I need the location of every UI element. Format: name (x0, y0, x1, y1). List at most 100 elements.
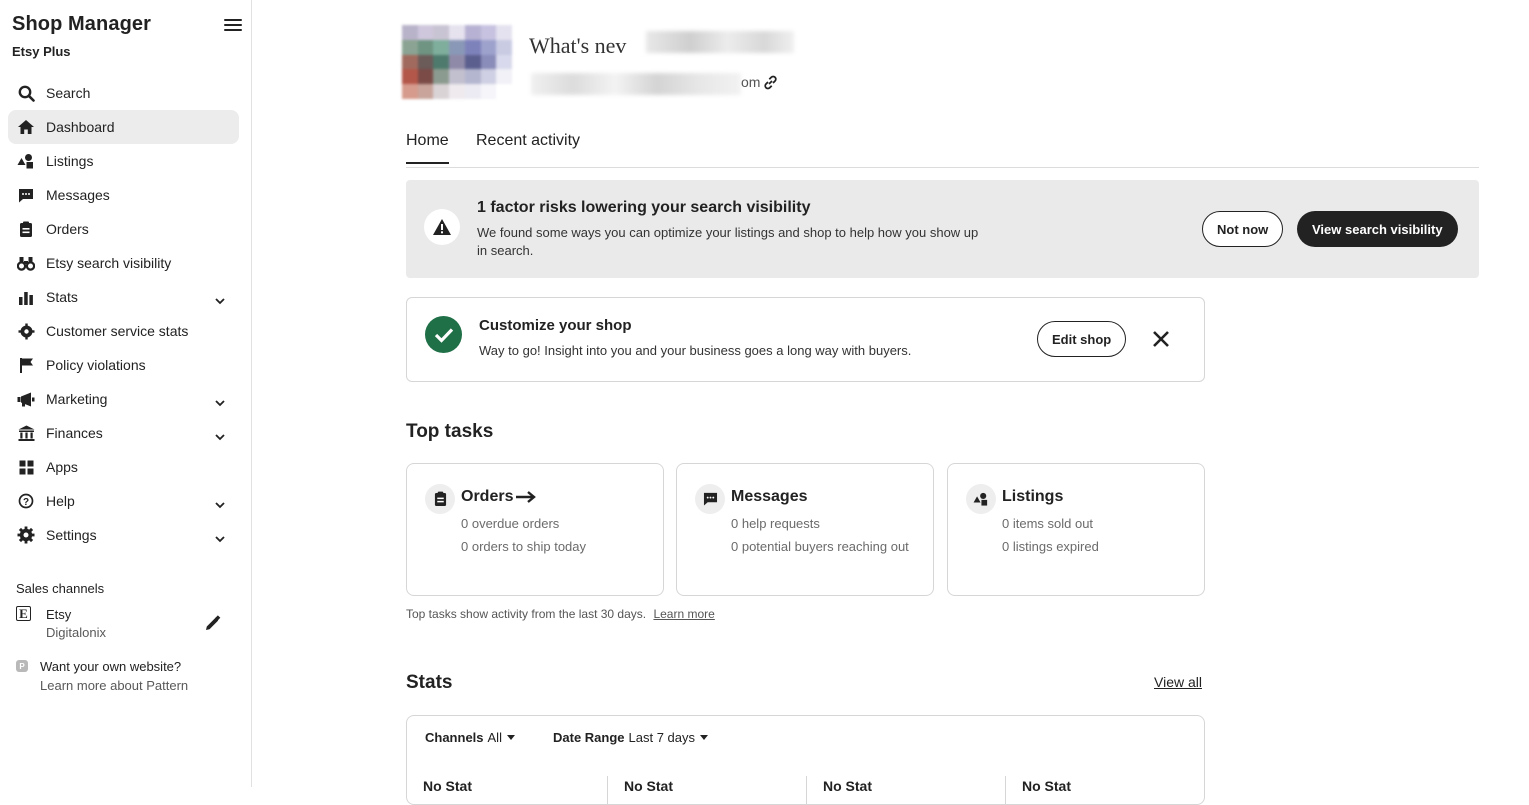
date-range-label: Date Range (553, 730, 625, 745)
flag-icon (17, 356, 35, 374)
sales-channel-etsy[interactable]: E Etsy Digitalonix (16, 606, 236, 642)
sidebar-item-label: Settings (46, 527, 97, 543)
task-title: Orders (461, 488, 537, 506)
check-icon (425, 316, 462, 353)
sidebar-item-orders[interactable]: Orders (8, 212, 239, 246)
messages-icon (695, 484, 725, 514)
shop-name: Digitalonix (46, 625, 106, 640)
stats-card: Channels All Date Range Last 7 days No S… (406, 715, 1205, 805)
redacted-url (531, 73, 741, 95)
sidebar-item-finances[interactable]: Finances (8, 416, 239, 450)
task-card-listings[interactable]: Listings 0 items sold out 0 listings exp… (947, 463, 1205, 596)
sidebar-item-label: Search (46, 85, 91, 101)
date-range-filter[interactable]: Date Range Last 7 days (553, 730, 709, 745)
warning-icon (424, 209, 460, 245)
pencil-icon[interactable] (204, 615, 221, 637)
sidebar-item-label: Finances (46, 425, 103, 441)
sidebar-item-label: Customer service stats (46, 323, 189, 339)
close-icon[interactable] (1152, 330, 1170, 353)
stat-cell: No Stat (607, 776, 807, 804)
caret-down-icon (506, 735, 515, 740)
sidebar-item-label: Etsy search visibility (46, 255, 172, 271)
task-title: Listings (1002, 488, 1064, 505)
sidebar-item-listings[interactable]: Listings (8, 144, 239, 178)
sidebar-item-label: Stats (46, 289, 78, 305)
tab-recent-activity[interactable]: Recent activity (476, 132, 580, 162)
listings-icon (17, 152, 35, 170)
sidebar-item-marketing[interactable]: Marketing (8, 382, 239, 416)
messages-icon (17, 186, 35, 204)
task-card-orders[interactable]: Orders 0 overdue orders 0 orders to ship… (406, 463, 664, 596)
channels-value: All (487, 730, 502, 745)
sidebar-item-dashboard[interactable]: Dashboard (8, 110, 239, 144)
sidebar-item-label: Help (46, 493, 75, 509)
top-tasks-note-text: Top tasks show activity from the last 30… (406, 607, 647, 621)
view-all-link[interactable]: View all (1154, 674, 1202, 690)
chevron-down-icon (215, 530, 225, 546)
help-icon: ? (17, 492, 35, 510)
stats-heading: Stats (406, 672, 453, 693)
sidebar-item-search[interactable]: Search (8, 76, 239, 110)
sidebar-item-customer-service-stats[interactable]: Customer service stats (8, 314, 239, 348)
sidebar-item-apps[interactable]: Apps (8, 450, 239, 484)
sidebar-item-label: Messages (46, 187, 110, 203)
sidebar-item-search-visibility[interactable]: Etsy search visibility (8, 246, 239, 280)
customize-shop-card: Customize your shop Way to go! Insight i… (406, 297, 1205, 382)
top-tasks-note: Top tasks show activity from the last 30… (406, 607, 715, 621)
search-visibility-alert: 1 factor risks lowering your search visi… (406, 180, 1479, 278)
task-line: 0 overdue orders (461, 516, 560, 531)
sidebar-item-policy-violations[interactable]: Policy violations (8, 348, 239, 382)
settings-gear-icon (17, 526, 35, 544)
stat-label: No Stat (1022, 778, 1071, 794)
sidebar-item-label: Listings (46, 153, 94, 169)
learn-more-link[interactable]: Learn more (653, 607, 714, 621)
sidebar-item-stats[interactable]: Stats (8, 280, 239, 314)
sidebar-item-label: Policy violations (46, 357, 146, 373)
chevron-down-icon (215, 394, 225, 410)
main-tabs: Home Recent activity (406, 126, 1479, 168)
not-now-button[interactable]: Not now (1202, 211, 1284, 247)
hamburger-menu-icon[interactable] (224, 16, 242, 32)
alert-body: We found some ways you can optimize your… (477, 225, 979, 258)
date-range-value: Last 7 days (628, 730, 696, 745)
view-search-visibility-button[interactable]: View search visibility (1297, 211, 1458, 247)
search-icon (17, 84, 35, 102)
pattern-learn-more-link[interactable]: Learn more about Pattern (40, 678, 188, 693)
channel-name: Etsy (46, 607, 72, 622)
chevron-down-icon (215, 428, 225, 444)
tab-home[interactable]: Home (406, 132, 449, 164)
sidebar-subtitle: Etsy Plus (12, 44, 71, 59)
pattern-logo: P (16, 660, 28, 672)
stats-icon (17, 288, 35, 306)
task-line: 0 orders to ship today (461, 539, 587, 554)
shop-title: What's nev (529, 33, 627, 58)
stat-cell: No Stat (407, 776, 606, 804)
channels-label: Channels (425, 730, 484, 745)
sidebar-item-messages[interactable]: Messages (8, 178, 239, 212)
stat-label: No Stat (423, 778, 472, 794)
stat-cell: No Stat (806, 776, 1006, 804)
task-line: 0 listings expired (1002, 539, 1099, 554)
orders-icon (425, 484, 455, 514)
sidebar-item-label: Orders (46, 221, 89, 237)
shop-url-tail: om (741, 74, 761, 90)
apps-grid-icon (17, 458, 35, 476)
chevron-down-icon (215, 496, 225, 512)
gear-badge-icon (17, 322, 35, 340)
redacted-title (646, 31, 794, 53)
task-title: Messages (731, 488, 808, 505)
sidebar-item-help[interactable]: ? Help (8, 484, 239, 518)
arrow-right-icon (516, 491, 537, 503)
svg-text:?: ? (23, 497, 29, 508)
channels-filter[interactable]: Channels All (425, 730, 515, 745)
edit-shop-button[interactable]: Edit shop (1037, 321, 1127, 357)
etsy-logo: E (16, 606, 31, 621)
link-icon[interactable] (762, 74, 779, 96)
stat-cell: No Stat (1005, 776, 1204, 804)
sales-channels-heading: Sales channels (16, 581, 105, 596)
chevron-down-icon (215, 292, 225, 308)
top-tasks-heading: Top tasks (406, 421, 494, 442)
customize-title: Customize your shop (479, 317, 632, 334)
task-card-messages[interactable]: Messages 0 help requests 0 potential buy… (676, 463, 934, 596)
sidebar-item-settings[interactable]: Settings (8, 518, 239, 552)
